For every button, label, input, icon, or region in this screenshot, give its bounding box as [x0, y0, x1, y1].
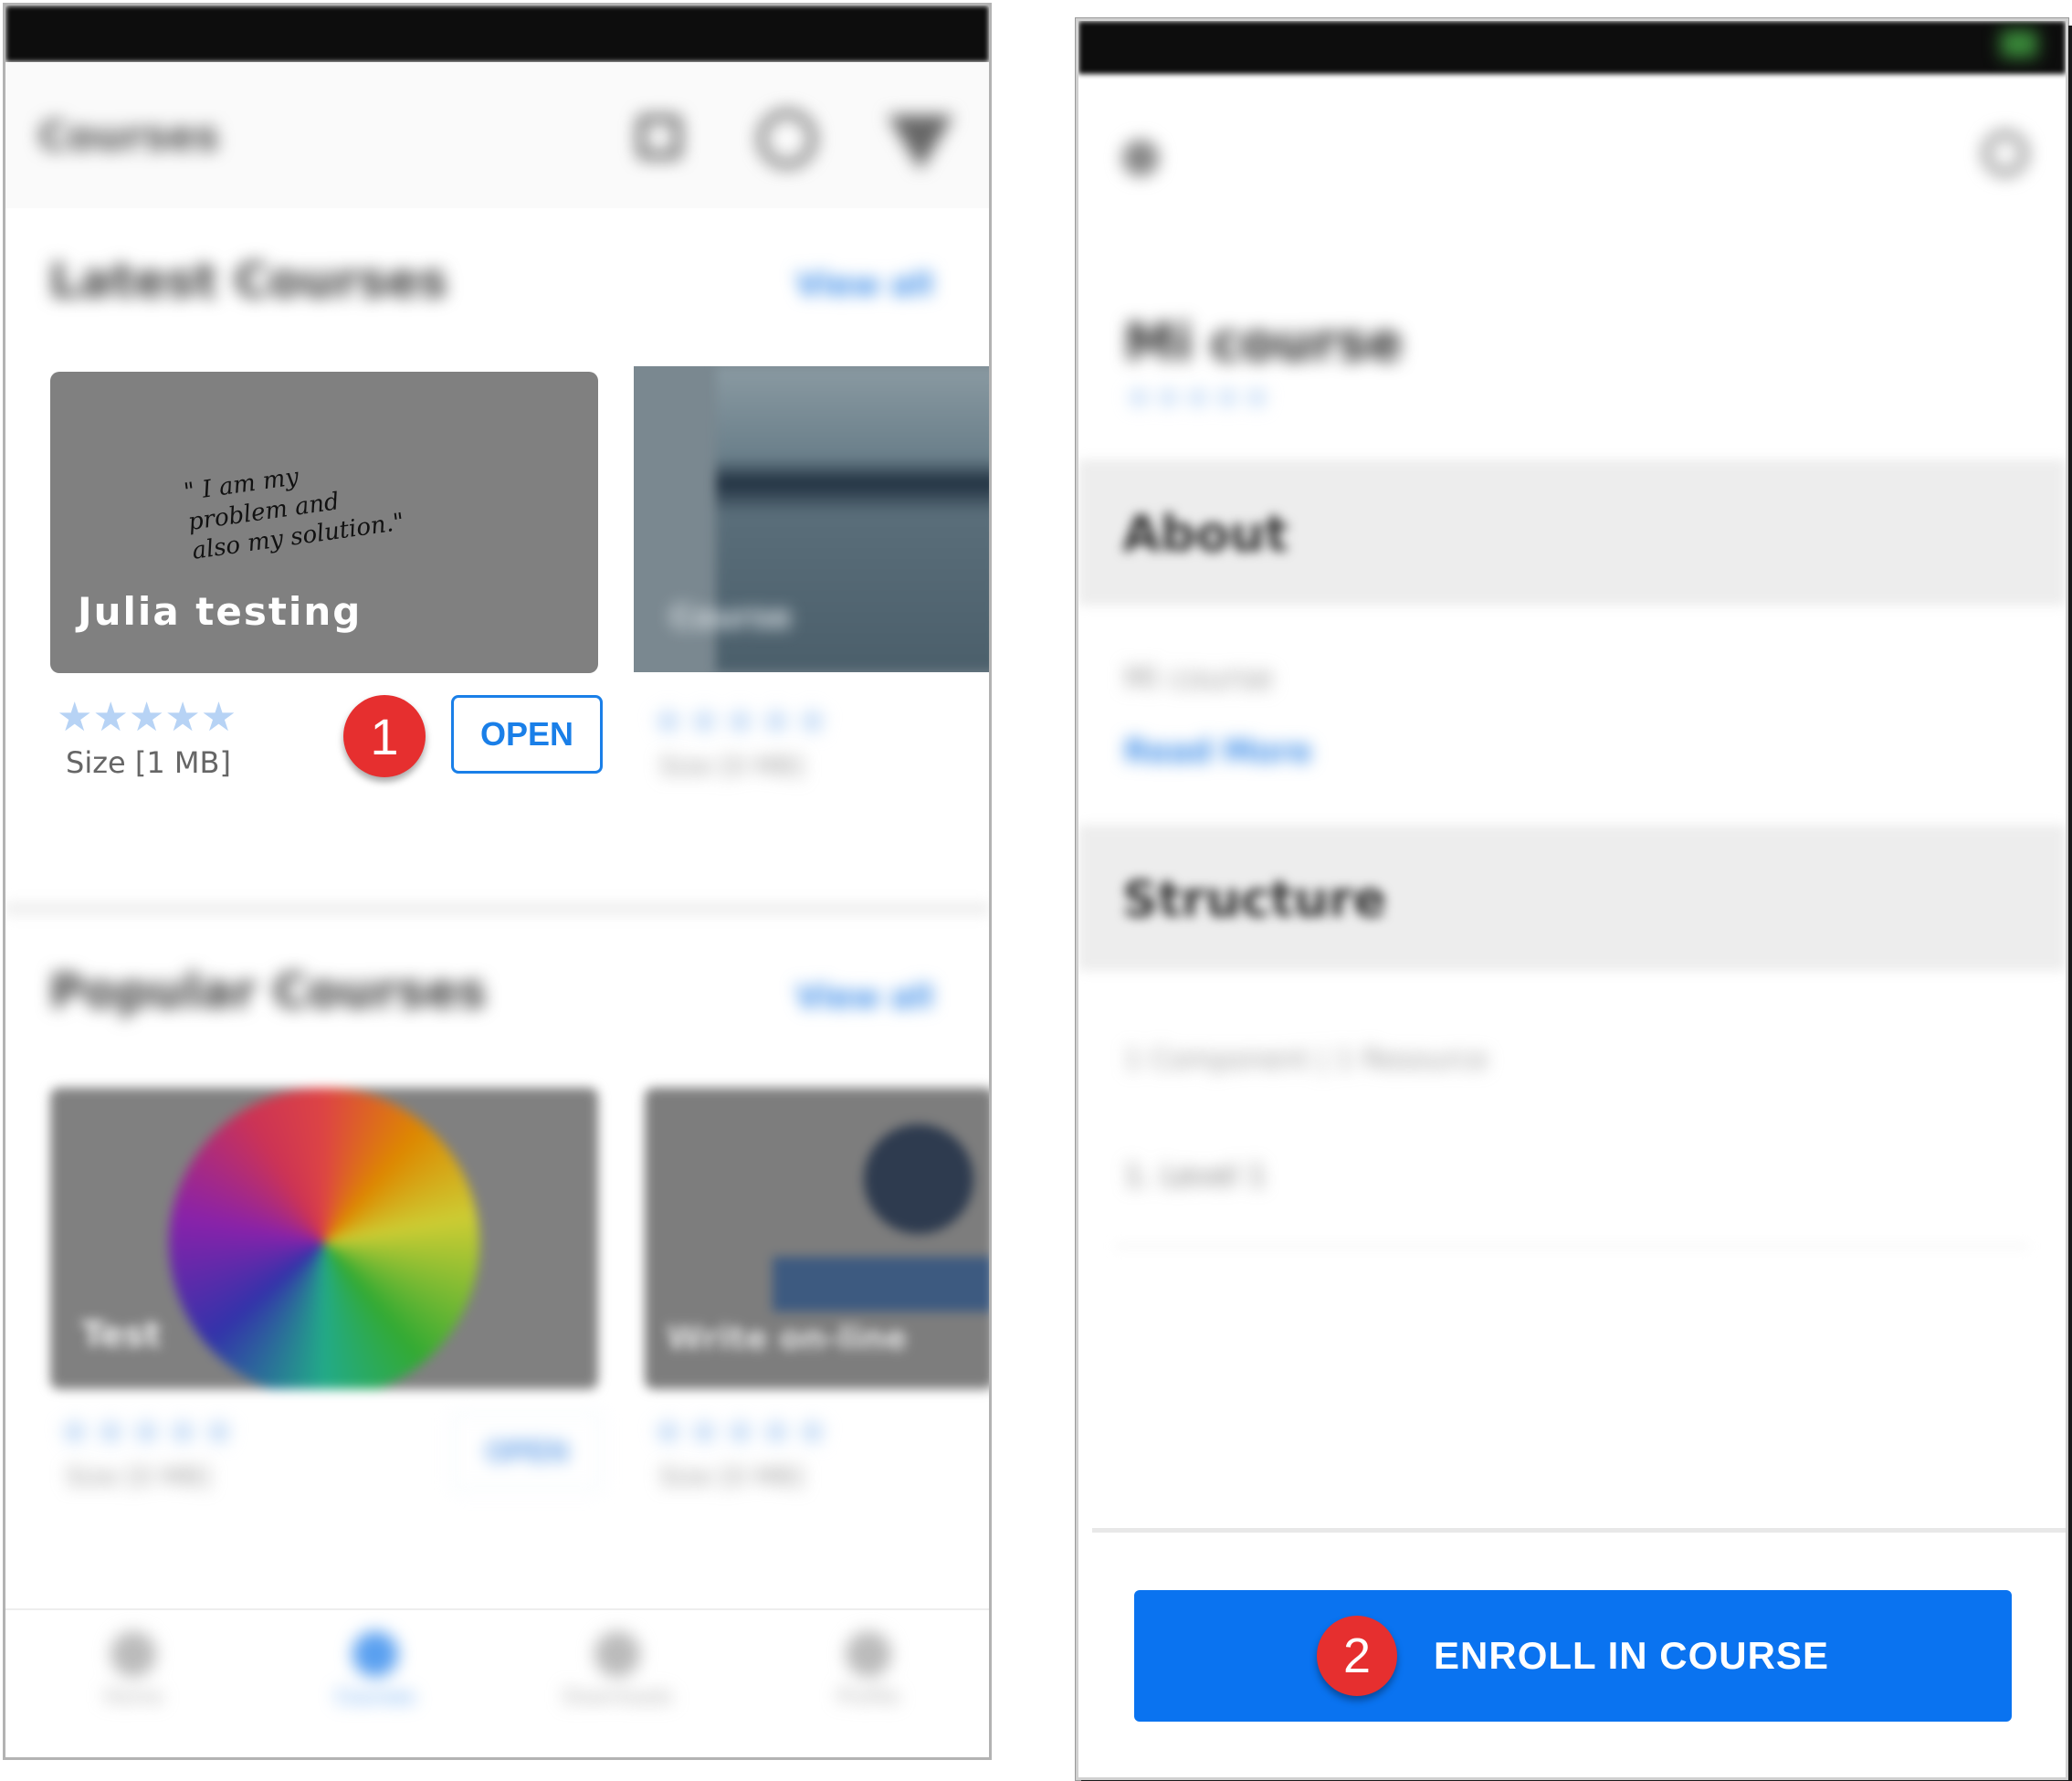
downloads-icon [594, 1631, 640, 1677]
course-detail-screen: Mi course ★★★★★ About Mi course Read Mor… [1076, 18, 2068, 1780]
course-catalog-screen: Courses Latest Courses View all " I am m… [3, 3, 992, 1760]
about-heading: About [1122, 505, 1288, 563]
nav-home[interactable]: Home [79, 1631, 188, 1709]
battery-icon [2001, 30, 2037, 58]
structure-summary: 1 Component | 1 Resource [1124, 1044, 1488, 1076]
step-badge-2: 2 [1317, 1616, 1398, 1696]
enroll-button-label: ENROLL IN COURSE [1434, 1634, 1829, 1677]
app-bar-title: Courses [38, 113, 219, 160]
course-card-title: Write on-line [667, 1320, 908, 1357]
course-card-title: Julia testing [78, 589, 363, 634]
profile-icon [846, 1631, 891, 1677]
bottom-nav-divider [5, 1608, 989, 1610]
popular-courses-heading: Popular Courses [49, 964, 487, 1019]
color-wheel-image [169, 1088, 479, 1389]
nav-label: Courses [334, 1686, 416, 1709]
status-bar [5, 5, 989, 62]
course-card-banner [773, 1257, 989, 1312]
handwritten-quote: " I am my problem and also my solution." [182, 448, 405, 566]
rating-stars: ★★★★★ [650, 698, 831, 744]
about-header: About [1078, 459, 2066, 606]
nav-label: Profile [836, 1686, 900, 1709]
course-card-logo [864, 1124, 973, 1234]
status-bar [1078, 21, 2066, 74]
about-text: Mi course [1124, 660, 1274, 697]
course-title: Mi course [1124, 313, 1403, 373]
rating-stars: ★★★★★ [1124, 379, 1272, 416]
course-size-label: Size [0 MB] [659, 1461, 805, 1491]
rating-stars: ★★★★★ [57, 694, 237, 741]
home-icon [110, 1631, 156, 1677]
grid-view-icon[interactable] [637, 115, 681, 159]
course-card-second[interactable]: Course [634, 366, 989, 672]
courses-icon [352, 1631, 398, 1677]
filter-icon[interactable] [888, 115, 953, 170]
course-card-title: Test [81, 1314, 162, 1354]
app-bar: Courses [5, 62, 989, 208]
course-size-label: Size [0 MB] [66, 1461, 211, 1491]
rating-stars: ★★★★★ [57, 1408, 237, 1455]
structure-header: Structure [1078, 825, 2066, 971]
nav-downloads[interactable]: Downloads [563, 1631, 673, 1709]
share-icon[interactable] [1983, 131, 2028, 176]
course-card-title: Course [670, 599, 792, 636]
course-card-julia-testing[interactable]: " I am my problem and also my solution."… [50, 372, 598, 673]
nav-courses[interactable]: Courses [321, 1631, 430, 1709]
section-divider [5, 901, 989, 917]
course-card-test[interactable]: Test [50, 1088, 598, 1389]
course-size-label: Size [1 MB] [66, 745, 231, 780]
latest-view-all-link[interactable]: View all [796, 267, 933, 303]
nav-label: Home [103, 1686, 163, 1709]
open-course-button[interactable]: OPEN [451, 1412, 603, 1491]
enroll-in-course-button[interactable]: 2 ENROLL IN COURSE [1134, 1590, 2012, 1722]
step-badge-1: 1 [343, 695, 426, 777]
course-size-label: Size [0 MB] [659, 751, 805, 781]
rating-stars: ★★★★★ [650, 1408, 831, 1455]
read-more-link[interactable]: Read More [1124, 733, 1311, 770]
nav-label: Downloads [563, 1686, 673, 1709]
structure-item[interactable]: 1. Level 1 [1124, 1158, 1267, 1193]
popular-view-all-link[interactable]: View all [796, 979, 933, 1016]
latest-courses-heading: Latest Courses [49, 254, 447, 309]
footer-divider [1092, 1528, 2066, 1533]
search-icon[interactable] [758, 110, 816, 168]
back-arrow-icon[interactable] [1122, 140, 1159, 176]
course-card-write-online[interactable]: Write on-line [645, 1088, 989, 1389]
list-divider [1115, 1245, 2029, 1248]
open-course-button[interactable]: OPEN [451, 695, 603, 774]
structure-heading: Structure [1122, 870, 1387, 928]
nav-profile[interactable]: Profile [814, 1631, 923, 1709]
